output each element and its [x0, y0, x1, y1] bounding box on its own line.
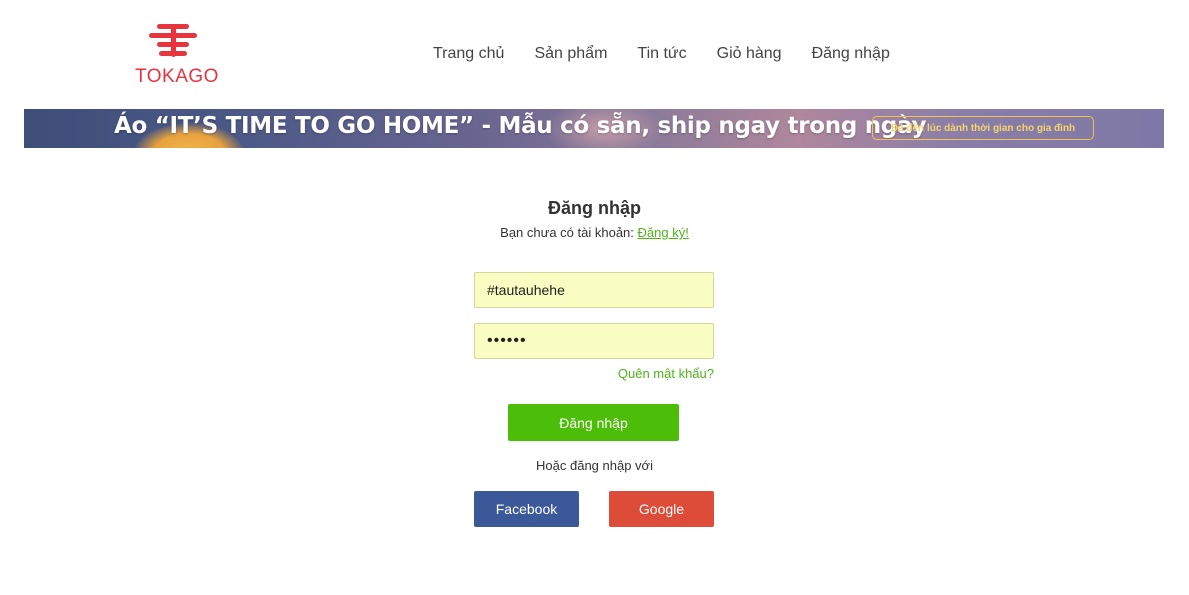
tokago-logo-icon [149, 24, 197, 57]
nav-item-products[interactable]: Sản phẩm [534, 45, 607, 63]
main-nav: Trang chủ Sản phẩm Tin tức Giỏ hàng Đăng… [433, 45, 920, 63]
nav-item-news[interactable]: Tin tức [637, 45, 686, 63]
google-login-button[interactable]: Google [609, 491, 714, 527]
password-input[interactable]: •••••• [474, 323, 714, 359]
nav-item-home[interactable]: Trang chủ [433, 45, 504, 63]
banner-tagline: Đã đến lúc dành thời gian cho gia đình [872, 116, 1094, 140]
promo-banner[interactable]: Áo “IT’S TIME TO GO HOME” - Mẫu có sẵn, … [24, 109, 1164, 148]
login-button[interactable]: Đăng nhập [508, 404, 679, 441]
register-prompt: Bạn chưa có tài khoản: Đăng ký! [0, 225, 1189, 240]
brand-logo[interactable]: TOKAGO [133, 22, 218, 88]
page-title: Đăng nhập [548, 198, 641, 218]
username-input[interactable]: #tautauhehe [474, 272, 714, 308]
register-link[interactable]: Đăng ký! [638, 225, 689, 240]
or-login-with-text: Hoặc đăng nhập với [536, 458, 653, 473]
banner-headline: Áo “IT’S TIME TO GO HOME” - Mẫu có sẵn, … [114, 113, 927, 139]
nav-item-login[interactable]: Đăng nhập [812, 45, 890, 63]
no-account-text: Bạn chưa có tài khoản: [500, 225, 634, 240]
nav-item-cart[interactable]: Giỏ hàng [717, 45, 782, 63]
forgot-password-link[interactable]: Quên mật khẩu? [474, 366, 714, 381]
brand-name: TOKAGO [135, 66, 219, 87]
facebook-login-button[interactable]: Facebook [474, 491, 579, 527]
